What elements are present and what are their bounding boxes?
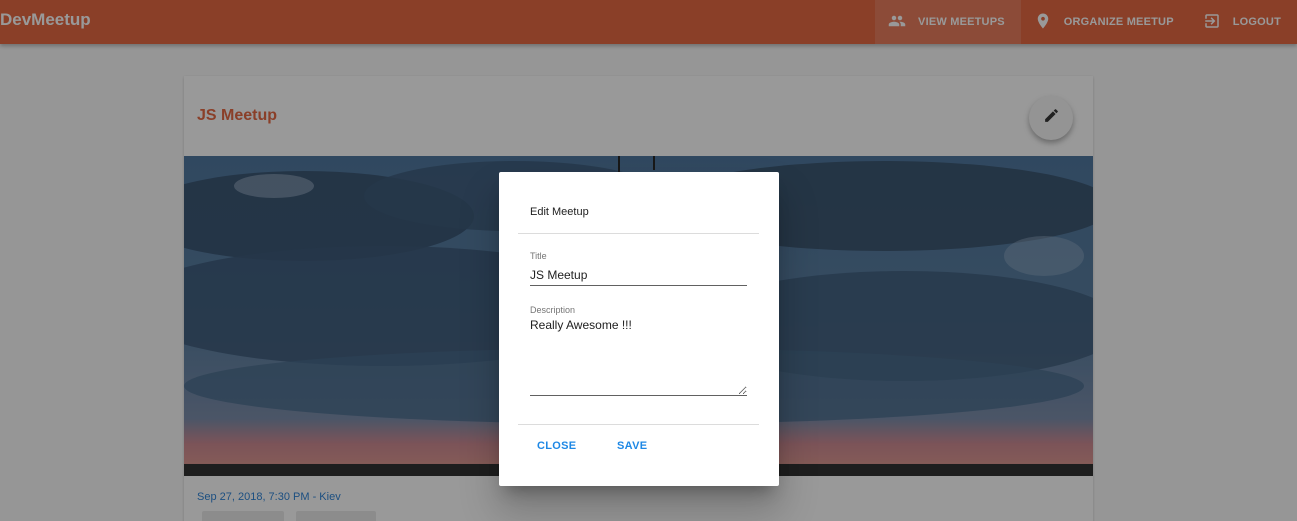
save-button[interactable]: SAVE (617, 434, 647, 458)
title-field[interactable] (530, 264, 747, 286)
divider (518, 424, 759, 425)
dialog-title: Edit Meetup (530, 206, 589, 218)
title-field-label: Title (530, 251, 547, 261)
edit-meetup-dialog: Edit Meetup Title Description Really Awe… (499, 172, 779, 486)
description-field[interactable]: Really Awesome !!! (530, 318, 747, 396)
close-button[interactable]: CLOSE (537, 434, 576, 458)
description-field-label: Description (530, 305, 576, 315)
divider (518, 233, 759, 234)
